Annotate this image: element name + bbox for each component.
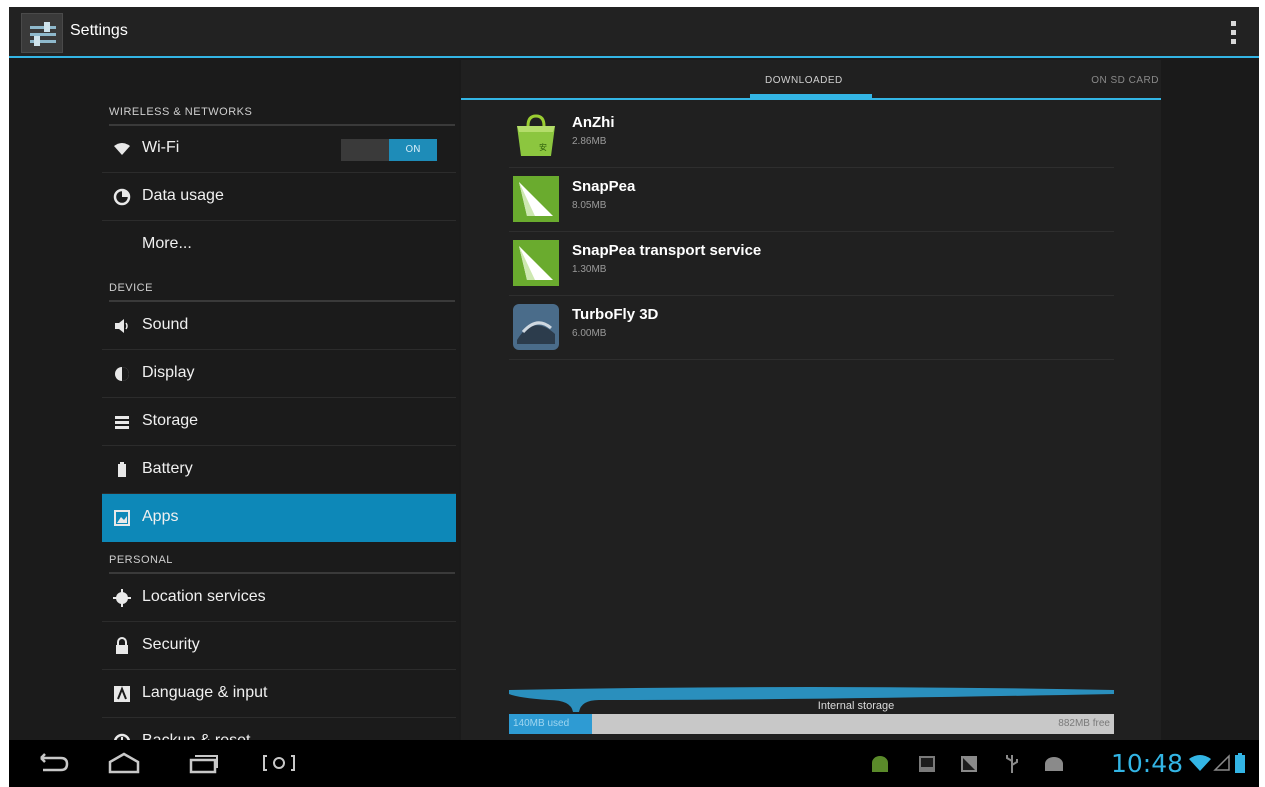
tab-on-sd-card[interactable]: ON SD CARD: [1091, 75, 1159, 86]
sidebar-item-label: More...: [142, 235, 192, 252]
storage-label: Internal storage: [817, 700, 895, 712]
language-icon: [114, 686, 130, 702]
android-notification-icon: [872, 756, 888, 772]
anzhi-bag-icon: 安: [517, 114, 555, 156]
sidebar-item-label: Display: [142, 364, 195, 381]
sidebar-item-storage[interactable]: Storage: [102, 398, 456, 446]
snappea-icon: [513, 176, 559, 222]
app-size: 8.05MB: [572, 200, 607, 211]
page-title: Settings: [70, 22, 128, 39]
usb-icon: [1006, 755, 1018, 773]
settings-headers-list: WIRELESS & NETWORKS Wi-Fi ON Data usage …: [9, 60, 459, 766]
app-name: SnapPea: [572, 178, 636, 195]
location-icon: [113, 589, 131, 607]
clock: 10:48: [1110, 749, 1183, 778]
sidebar-item-language[interactable]: Language & input: [102, 670, 456, 718]
screenshot-icon[interactable]: [259, 748, 299, 778]
storage-icon: [115, 416, 129, 429]
app-list-item[interactable]: SnapPea transport service 1.30MB: [509, 232, 1114, 296]
turbofly-icon: [513, 304, 559, 350]
display-icon: [115, 367, 129, 381]
app-size: 1.30MB: [572, 264, 607, 275]
android-debug-icon: [1045, 757, 1063, 771]
app-name: SnapPea transport service: [572, 242, 762, 259]
wifi-toggle-state: ON: [389, 139, 437, 161]
android-screen: Settings WIRELESS & NETWORKS Wi-Fi ON Da…: [9, 7, 1259, 787]
system-bar: 10:48: [9, 740, 1259, 787]
battery-status-icon: [1235, 753, 1245, 773]
storage-used-text: 140MB used: [513, 718, 570, 729]
sidebar-item-label: Security: [142, 636, 200, 653]
sidebar-item-label: Battery: [142, 460, 193, 477]
sidebar-item-label: Sound: [142, 316, 189, 333]
category-personal: PERSONAL: [109, 554, 455, 574]
app-name: TurboFly 3D: [572, 306, 659, 323]
storage-bar: 140MB used 882MB free: [509, 714, 1114, 734]
category-wireless: WIRELESS & NETWORKS: [109, 106, 455, 126]
back-icon[interactable]: [31, 748, 71, 778]
wifi-toggle[interactable]: ON: [341, 139, 437, 161]
cell-signal-icon: [1213, 754, 1230, 771]
app-name: AnZhi: [572, 114, 615, 131]
overflow-menu-icon[interactable]: [1231, 21, 1237, 45]
sidebar-item-label: Location services: [142, 588, 266, 605]
sound-icon: [115, 319, 128, 333]
category-device: DEVICE: [109, 282, 455, 302]
app-list-item[interactable]: SnapPea 8.05MB: [509, 168, 1114, 232]
sidebar-item-sound[interactable]: Sound: [102, 302, 456, 350]
sidebar-item-label: Wi-Fi: [142, 139, 180, 156]
action-bar: Settings: [9, 7, 1259, 58]
lock-icon: [116, 637, 128, 654]
recent-apps-icon[interactable]: [183, 748, 223, 778]
sidebar-item-data-usage[interactable]: Data usage: [102, 173, 456, 221]
sidebar-item-label: Storage: [142, 412, 199, 429]
sidebar-item-label: Data usage: [142, 187, 224, 204]
apps-icon: [114, 510, 130, 526]
image-notification-icon: [961, 756, 977, 772]
tab-indicator: [750, 94, 872, 99]
snappea-icon: [513, 240, 559, 286]
sidebar-item-location[interactable]: Location services: [102, 574, 456, 622]
settings-app-icon[interactable]: [21, 13, 63, 53]
app-size: 2.86MB: [572, 136, 607, 147]
sidebar-item-more[interactable]: More...: [102, 221, 456, 269]
app-size: 6.00MB: [572, 328, 607, 339]
app-list-item[interactable]: 安 AnZhi 2.86MB: [509, 104, 1114, 168]
sidebar-item-wifi[interactable]: Wi-Fi ON: [102, 125, 456, 173]
sidebar-item-apps[interactable]: Apps: [102, 494, 456, 542]
home-icon[interactable]: [104, 748, 144, 778]
data-usage-icon: [113, 188, 131, 206]
storage-free-text: 882MB free: [1058, 718, 1110, 729]
sidebar-item-security[interactable]: Security: [102, 622, 456, 670]
sidebar-item-label: Apps: [142, 508, 179, 525]
wifi-icon: [114, 143, 130, 155]
svg-text:安: 安: [539, 142, 547, 152]
wifi-signal-icon: [1189, 755, 1211, 771]
sidebar-item-label: Language & input: [142, 684, 268, 701]
apps-tabs: DOWNLOADED ON SD CARD: [461, 60, 1161, 100]
sidebar-item-display[interactable]: Display: [102, 350, 456, 398]
tab-downloaded[interactable]: DOWNLOADED: [765, 75, 843, 86]
apps-pane: DOWNLOADED ON SD CARD 安 AnZhi 2.86MB Sna…: [461, 60, 1161, 740]
battery-icon: [118, 462, 126, 477]
sidebar-item-battery[interactable]: Battery: [102, 446, 456, 494]
gallery-notification-icon: [919, 756, 935, 772]
app-list-item[interactable]: TurboFly 3D 6.00MB: [509, 296, 1114, 360]
